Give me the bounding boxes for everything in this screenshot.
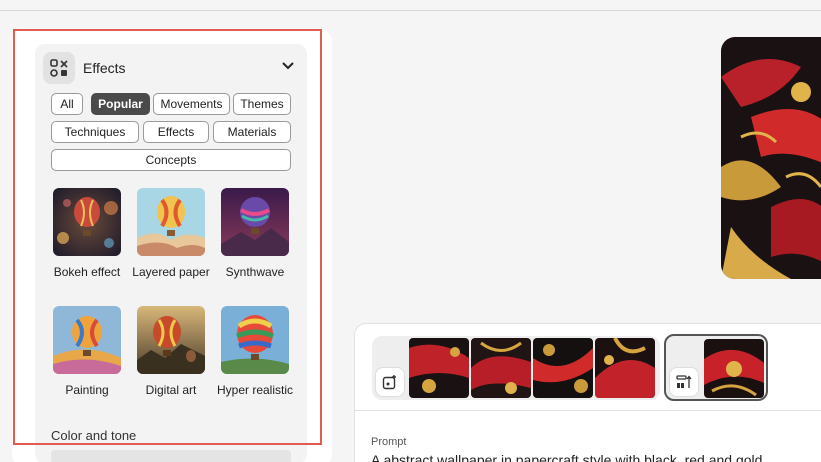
filter-popular[interactable]: Popular	[91, 93, 150, 115]
style-bokeh-effect-thumbnail[interactable]	[53, 188, 121, 256]
panel-divider	[355, 410, 821, 411]
filter-themes[interactable]: Themes	[233, 93, 291, 115]
style-label: Hyper realistic	[216, 383, 294, 397]
filter-techniques[interactable]: Techniques	[51, 121, 139, 143]
color-and-tone-title: Color and tone	[51, 428, 137, 443]
filter-all[interactable]: All	[51, 93, 83, 115]
variation-thumbnail-1[interactable]	[409, 338, 469, 398]
top-divider	[0, 10, 821, 11]
style-hyper-realistic-thumbnail[interactable]	[221, 306, 289, 374]
effects-icon	[43, 52, 75, 84]
variation-thumbnail-4[interactable]	[595, 338, 655, 398]
style-digital-art-thumbnail[interactable]	[137, 306, 205, 374]
image-edit-icon[interactable]	[376, 368, 404, 396]
prompt-input[interactable]: A abstract wallpaper in papercraft style…	[371, 452, 762, 462]
variation-thumbnail-3[interactable]	[533, 338, 593, 398]
style-layered-paper-thumbnail[interactable]	[137, 188, 205, 256]
effects-title: Effects	[83, 60, 126, 76]
prompt-label: Prompt	[371, 436, 407, 448]
color-and-tone-control[interactable]	[51, 450, 291, 462]
adjust-icon[interactable]	[670, 368, 698, 396]
chevron-down-icon[interactable]	[280, 58, 296, 74]
style-painting-thumbnail[interactable]	[53, 306, 121, 374]
filter-concepts[interactable]: Concepts	[51, 149, 291, 171]
filter-effects[interactable]: Effects	[143, 121, 209, 143]
reference-image-thumbnail[interactable]	[704, 339, 764, 398]
style-synthwave-thumbnail[interactable]	[221, 188, 289, 256]
style-label: Synthwave	[225, 265, 285, 279]
variation-thumbnail-2[interactable]	[471, 338, 531, 398]
generated-image[interactable]	[721, 37, 821, 279]
filter-materials[interactable]: Materials	[213, 121, 291, 143]
filter-movements[interactable]: Movements	[153, 93, 230, 115]
